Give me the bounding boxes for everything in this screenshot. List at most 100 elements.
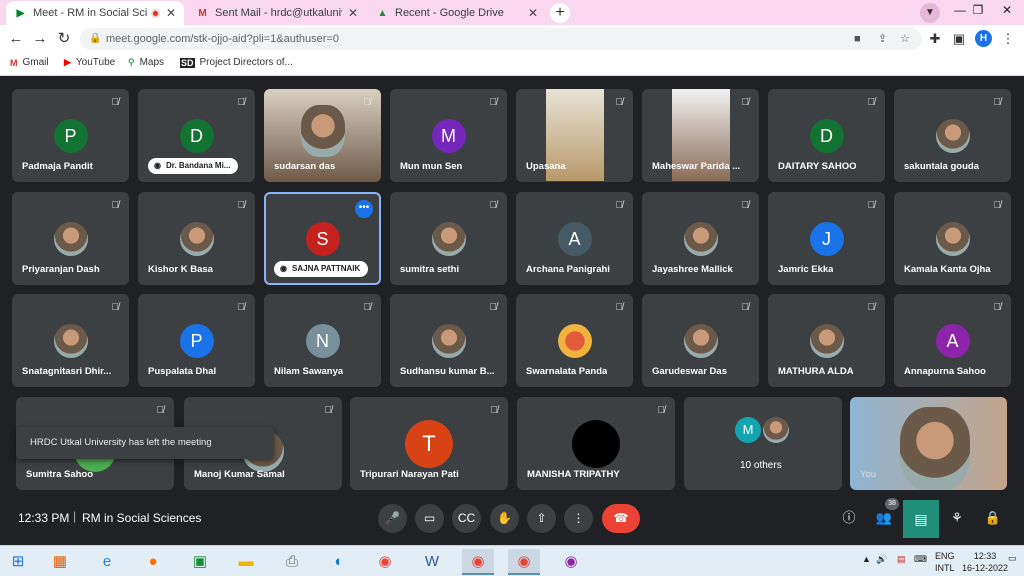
info-icon[interactable]: ⓘ	[838, 507, 860, 529]
participant-name: Dr. Bandana Mi...	[166, 161, 231, 170]
app-icon[interactable]: ▦	[44, 549, 76, 575]
chrome-icon[interactable]: ◉	[369, 549, 401, 575]
participant-tile[interactable]: 🎙̸ Kishor K Basa	[138, 192, 255, 285]
new-tab-button[interactable]: +	[550, 3, 570, 23]
tab-title: Recent - Google Drive	[395, 7, 504, 19]
volume-icon[interactable]: 🔊	[876, 554, 887, 565]
participant-tile[interactable]: 🎙̸ N Nilam Sawanya	[264, 294, 381, 387]
side-panel-icon[interactable]: ▣	[949, 29, 969, 49]
participant-tile[interactable]: 🎙̸ MANISHA TRIPATHY	[517, 397, 675, 490]
maximize-button[interactable]: ❐	[963, 0, 993, 22]
share-icon[interactable]: ⇪	[878, 28, 887, 50]
close-icon[interactable]: ✕	[528, 6, 538, 20]
participant-tile[interactable]: 🎙̸ MATHURA ALDA	[768, 294, 885, 387]
participant-tile[interactable]: 🎙̸ Swarnalata Panda	[516, 294, 633, 387]
participant-tile[interactable]: 🎙̸ P Padmaja Pandit	[12, 89, 129, 182]
tab-drive[interactable]: ▲ Recent - Google Drive ✕	[368, 1, 546, 25]
file-explorer-icon[interactable]: ▬	[230, 549, 262, 575]
activities-icon[interactable]: ⚘	[946, 507, 968, 529]
bookmark-gmail[interactable]: M Gmail	[10, 57, 49, 68]
language-indicator[interactable]: ENG INTL	[935, 550, 955, 574]
edge-legacy-icon[interactable]: e	[91, 549, 123, 575]
participant-name: Swarnalata Panda	[526, 366, 608, 377]
participant-tile[interactable]: 🎙̸ Jayashree Mallick	[642, 192, 759, 285]
back-icon[interactable]: ←	[6, 29, 26, 49]
reload-icon[interactable]: ↻	[54, 29, 74, 49]
bookmark-project-directors[interactable]: SD Project Directors of...	[180, 57, 293, 68]
network-icon[interactable]: ▤	[897, 554, 906, 565]
participant-tile[interactable]: 🎙̸ Snatagnitasri Dhir...	[12, 294, 129, 387]
mic-off-icon: 🎙̸	[741, 97, 750, 108]
participant-tile[interactable]: 🎙̸ T Tripurari Narayan Pati	[350, 397, 508, 490]
star-icon[interactable]: ☆	[900, 28, 910, 50]
participant-tile[interactable]: 🎙̸ sumitra sethi	[390, 192, 507, 285]
firefox-icon[interactable]: ●	[137, 549, 169, 575]
host-controls-icon[interactable]: 🔒	[982, 507, 1004, 529]
chrome-icon[interactable]: ◉	[462, 549, 494, 575]
participant-tile[interactable]: 🎙̸ sakuntala gouda	[894, 89, 1011, 182]
self-view[interactable]: You	[850, 397, 1007, 490]
more-options-icon[interactable]: •••	[355, 200, 373, 218]
mic-off-icon: 🎙̸	[237, 302, 246, 313]
participant-tile[interactable]: 🎙̸ Garudeswar Das	[642, 294, 759, 387]
extensions-icon[interactable]: ✚	[925, 29, 945, 49]
printer-icon[interactable]: ⎙	[276, 549, 308, 575]
others-tile[interactable]: M 10 others	[684, 397, 842, 490]
participant-name: Puspalata Dhal	[148, 366, 217, 377]
bookmark-maps[interactable]: ⚲ Maps	[128, 57, 164, 68]
mic-off-icon: 🎙̸	[324, 405, 333, 416]
excel-icon[interactable]: ▣	[184, 549, 216, 575]
present-icon[interactable]: ⇧	[527, 504, 556, 533]
camera-icon[interactable]: ▭	[415, 504, 444, 533]
bookmarks-bar: M Gmail ▶ YouTube ⚲ Maps SD Project Director…	[0, 53, 1024, 76]
participant-tile[interactable]: 🎙̸ Kamala Kanta Ojha	[894, 192, 1011, 285]
word-icon[interactable]: W	[416, 549, 448, 575]
windows-start-icon[interactable]: ⊞	[2, 549, 34, 575]
participant-tile[interactable]: 🎙̸ A Annapurna Sahoo	[894, 294, 1011, 387]
participant-name: Jayashree Mallick	[652, 264, 733, 275]
participant-tile[interactable]: 🎙̸ P Puspalata Dhal	[138, 294, 255, 387]
participant-tile-selected[interactable]: ••• S ◉ SAJNA PATTNAIK	[264, 192, 381, 285]
participant-tile[interactable]: 🎙̸ Priyaranjan Dash	[12, 192, 129, 285]
forward-icon[interactable]: →	[30, 29, 50, 49]
chat-icon[interactable]: ▤	[903, 500, 939, 538]
recording-icon	[150, 8, 160, 18]
close-icon[interactable]: ✕	[348, 6, 358, 20]
participant-video[interactable]: 🎙̸ Maheswar Parida ...	[642, 89, 759, 182]
more-icon[interactable]: ⋮	[564, 504, 593, 533]
raise-hand-icon[interactable]: ✋	[490, 504, 519, 533]
system-clock[interactable]: 12:33 16-12-2022	[962, 550, 1008, 574]
participant-video[interactable]: 🎙̸ Upasana	[516, 89, 633, 182]
tab-meet[interactable]: ▶ Meet - RM in Social Sciences ✕	[6, 1, 184, 25]
close-icon[interactable]: ✕	[166, 6, 176, 20]
avatar[interactable]: H	[975, 30, 992, 47]
menu-icon[interactable]: ⋮	[998, 29, 1018, 49]
people-icon[interactable]: 👥	[873, 507, 895, 529]
participant-tile[interactable]: 🎙̸ D DAITARY SAHOO	[768, 89, 885, 182]
others-count: 10 others	[740, 460, 782, 471]
participant-tile[interactable]: 🎙̸ J Jamric Ekka	[768, 192, 885, 285]
chevron-up-icon[interactable]: ▲	[862, 554, 871, 564]
tab-search-icon[interactable]: ▼	[920, 3, 940, 23]
avatar: A	[935, 324, 970, 358]
participant-tile[interactable]: 🎙̸ D ◉ Dr. Bandana Mi...	[138, 89, 255, 182]
close-window-button[interactable]: ✕	[992, 0, 1022, 22]
meeting-time: 12:33 PM	[18, 511, 70, 525]
chrome-icon[interactable]: ◉	[555, 549, 587, 575]
notification-icon[interactable]: ▭	[1008, 553, 1017, 564]
end-call-icon[interactable]: ☎	[602, 504, 640, 533]
edge-icon[interactable]: ◐	[323, 549, 355, 575]
bookmark-youtube[interactable]: ▶ YouTube	[64, 57, 115, 68]
address-bar[interactable]: 🔒 meet.google.com/stk-ojjo-aid?pli=1&aut…	[80, 28, 922, 50]
participant-video[interactable]: 🎙̸ sudarsan das	[264, 89, 381, 182]
tab-gmail[interactable]: M Sent Mail - hrdc@utkaluniversity ✕	[188, 1, 366, 25]
camera-icon[interactable]: ■	[854, 28, 861, 50]
participant-tile[interactable]: 🎙̸ A Archana Panigrahi	[516, 192, 633, 285]
gmail-icon: M	[198, 7, 207, 19]
chrome-icon[interactable]: ◉	[508, 549, 540, 575]
mic-icon[interactable]: 🎤	[378, 504, 407, 533]
participant-tile[interactable]: 🎙̸ Sudhansu kumar B...	[390, 294, 507, 387]
participant-tile[interactable]: 🎙̸ M Mun mun Sen	[390, 89, 507, 182]
captions-icon[interactable]: CC	[452, 504, 481, 533]
keyboard-icon[interactable]: ⌨	[914, 554, 927, 565]
